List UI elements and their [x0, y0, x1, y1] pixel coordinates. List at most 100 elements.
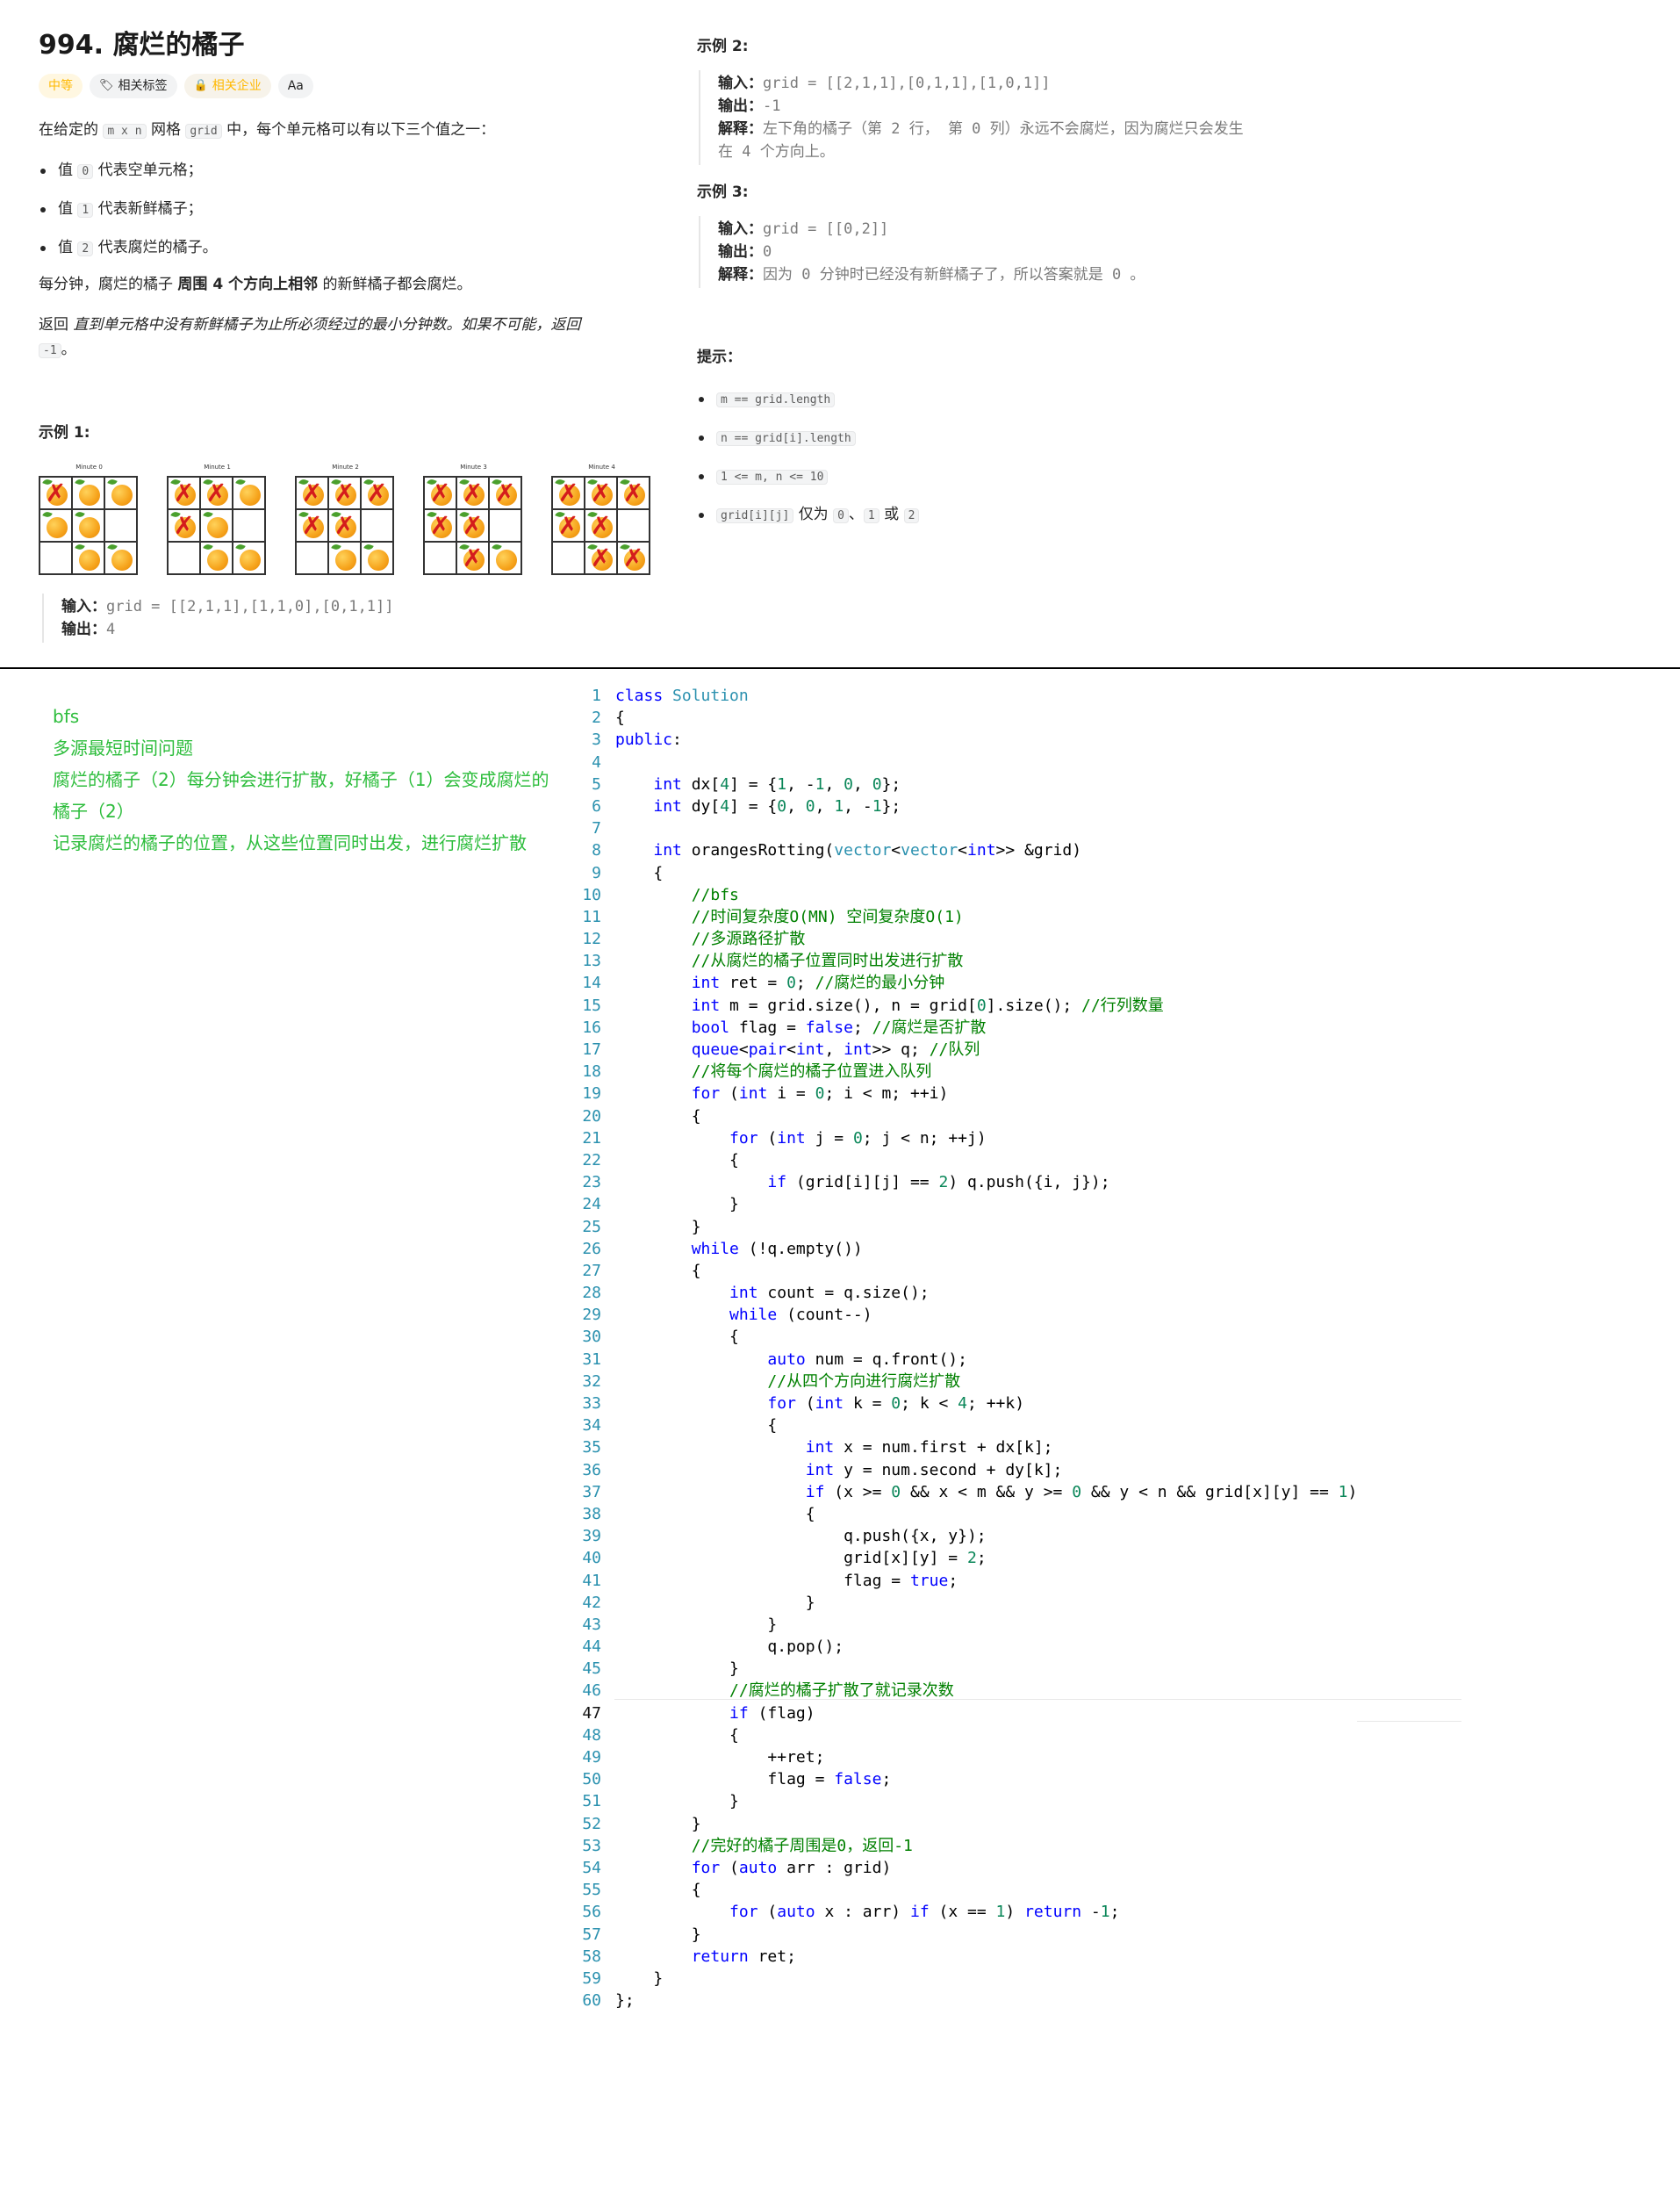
- minute-grid: Minute 4 ✗ ✗ ✗ ✗ ✗ ✗ ✗: [551, 464, 652, 575]
- related-companies-button[interactable]: 🔒 相关企业: [183, 74, 271, 98]
- grid-cell: ✗: [585, 477, 617, 509]
- code-text: }: [615, 1814, 701, 1833]
- note-line: 橘子（2）: [53, 801, 134, 822]
- code-text: //时间复杂度O(MN) 空间复杂度O(1): [691, 907, 964, 926]
- code-line[interactable]: 10 //bfs: [562, 884, 1357, 906]
- code-line[interactable]: 1 class Solution: [562, 685, 1357, 707]
- code-line[interactable]: 41 flag = true;: [562, 1570, 1357, 1592]
- code-line[interactable]: 56 for (auto x : arr) if (x == 1) return…: [562, 1901, 1357, 1923]
- code-line[interactable]: 43 }: [562, 1614, 1357, 1636]
- code-line[interactable]: 19 for (int i = 0; i < m; ++i): [562, 1083, 1357, 1105]
- code-line[interactable]: 29 while (count--): [562, 1304, 1357, 1326]
- code-line[interactable]: 25 }: [562, 1216, 1357, 1238]
- code-line[interactable]: 55 {: [562, 1879, 1357, 1901]
- code-line[interactable]: 28 int count = q.size();: [562, 1282, 1357, 1304]
- code-line[interactable]: 21 for (int j = 0; j < n; ++j): [562, 1127, 1357, 1149]
- code-line[interactable]: 20 {: [562, 1105, 1357, 1127]
- minute-label: Minute 3: [460, 464, 487, 471]
- font-toggle-button[interactable]: Aa: [277, 74, 313, 98]
- code-line[interactable]: 6 int dy[4] = {0, 0, 1, -1};: [562, 795, 1357, 817]
- code-line[interactable]: 14 int ret = 0; //腐烂的最小分钟: [562, 972, 1357, 994]
- related-tags-label: 相关标签: [118, 79, 168, 93]
- code-line[interactable]: 45 }: [562, 1658, 1357, 1680]
- code-line[interactable]: 35 int x = num.first + dx[k];: [562, 1436, 1357, 1458]
- code-line[interactable]: 44 q.pop();: [562, 1636, 1357, 1658]
- grid-board: ✗ ✗ ✗ ✗ ✗ ✗ ✗: [551, 476, 650, 575]
- minute-label: Minute 0: [75, 464, 103, 471]
- code-line[interactable]: 52 }: [562, 1813, 1357, 1835]
- orange-icon: [47, 517, 68, 538]
- code-line[interactable]: 5 int dx[4] = {1, -1, 0, 0};: [562, 774, 1357, 795]
- related-tags-button[interactable]: 🏷 相关标签: [90, 74, 177, 98]
- code-line[interactable]: 50 flag = false;: [562, 1768, 1357, 1790]
- code-line[interactable]: 37 if (x >= 0 && x < m && y >= 0 && y < …: [562, 1481, 1357, 1503]
- minute-grid: Minute 2 ✗ ✗ ✗ ✗ ✗: [295, 464, 396, 575]
- line-number: 19: [582, 1084, 601, 1104]
- code-line[interactable]: 27 {: [562, 1260, 1357, 1282]
- line-number: 17: [582, 1040, 601, 1059]
- code-line[interactable]: 24 }: [562, 1193, 1357, 1215]
- code-line[interactable]: 57 }: [562, 1924, 1357, 1946]
- code-text: {: [615, 1504, 815, 1523]
- grid-cell: [552, 542, 585, 574]
- code-line[interactable]: 42 }: [562, 1592, 1357, 1614]
- note-line: bfs: [53, 706, 80, 727]
- code-line[interactable]: 40 grid[x][y] = 2;: [562, 1547, 1357, 1569]
- code-text: public:: [615, 730, 682, 750]
- code-line[interactable]: 23 if (grid[i][j] == 2) q.push({i, j});: [562, 1171, 1357, 1193]
- code-line[interactable]: 8 int orangesRotting(vector<vector<int>>…: [562, 839, 1357, 861]
- grid-board: ✗ ✗ ✗: [167, 476, 266, 575]
- line-number: 56: [582, 1903, 601, 1922]
- code-line[interactable]: 2{: [562, 707, 1357, 729]
- code-line[interactable]: 47 if (flag): [562, 1702, 1358, 1724]
- code-line[interactable]: 17 queue<pair<int, int>> q; //队列: [562, 1039, 1357, 1061]
- code-line[interactable]: 15 int m = grid.size(), n = grid[0].size…: [562, 995, 1357, 1017]
- code-line[interactable]: 31 auto num = q.front();: [562, 1349, 1357, 1371]
- line-number: 40: [582, 1549, 601, 1568]
- grid-cell: ✗: [456, 509, 489, 542]
- code-line[interactable]: 18 //将每个腐烂的橘子位置进入队列: [562, 1061, 1357, 1083]
- example1-illustration: Minute 0 ✗ Minute 1 ✗ ✗ ✗ Minute 2 ✗ ✗ ✗ ✗ ✗ Minute …: [39, 464, 652, 575]
- code-line[interactable]: 60};: [562, 1990, 1357, 2011]
- code-line[interactable]: 39 q.push({x, y});: [562, 1525, 1357, 1547]
- grid-cell: ✗: [617, 477, 650, 509]
- code-line[interactable]: 4: [562, 752, 1357, 774]
- grid-cell: ✗: [489, 477, 521, 509]
- code-line[interactable]: 13 //从腐烂的橘子位置同时出发进行扩散: [562, 950, 1357, 972]
- code-line[interactable]: 48 {: [562, 1724, 1357, 1746]
- code-line[interactable]: 30 {: [562, 1326, 1357, 1348]
- difficulty-badge[interactable]: 中等: [39, 74, 83, 98]
- code-line[interactable]: 9 {: [562, 862, 1357, 884]
- code-line[interactable]: 22 {: [562, 1149, 1357, 1171]
- code-line[interactable]: 3 public:: [562, 729, 1357, 751]
- code-line[interactable]: 54 for (auto arr : grid): [562, 1857, 1357, 1879]
- code-line[interactable]: 11 //时间复杂度O(MN) 空间复杂度O(1): [562, 906, 1357, 928]
- code-line[interactable]: 46 //腐烂的橘子扩散了就记录次数: [562, 1680, 1357, 1702]
- code-line[interactable]: 36 int y = num.second + dy[k];: [562, 1459, 1357, 1481]
- code-line[interactable]: 26 while (!q.empty()): [562, 1238, 1357, 1260]
- code-line[interactable]: 53 //完好的橘子周围是0，返回-1: [562, 1835, 1357, 1857]
- tag-icon: 🏷: [99, 79, 114, 92]
- code-line[interactable]: 49 ++ret;: [562, 1746, 1357, 1768]
- code-line[interactable]: 51 }: [562, 1790, 1357, 1812]
- code-text: int dx[4] = {1, -1, 0, 0};: [653, 774, 901, 794]
- code-line[interactable]: 59 }: [562, 1968, 1357, 1990]
- code-line[interactable]: 33 for (int k = 0; k < 4; ++k): [562, 1393, 1357, 1414]
- value-list: 值 0 代表空单元格； 值 1 代表新鲜橘子； 值 2 代表腐烂的橘子。: [39, 158, 620, 274]
- code-line[interactable]: 32 //从四个方向进行腐烂扩散: [562, 1371, 1357, 1393]
- line-number: 42: [582, 1593, 601, 1612]
- code-text: {: [615, 863, 664, 882]
- code-line[interactable]: 7: [562, 817, 1357, 839]
- grid-cell: [361, 542, 393, 574]
- code-text: q.push({x, y});: [615, 1527, 987, 1546]
- solution-notes: bfs 多源最短时间问题 腐烂的橘子（2）每分钟会进行扩散，好橘子（1）会变成腐…: [53, 701, 579, 859]
- code-line[interactable]: 58 return ret;: [562, 1946, 1357, 1968]
- code-line[interactable]: 12 //多源路径扩散: [562, 928, 1357, 950]
- code-line[interactable]: 38 {: [562, 1503, 1357, 1525]
- code-editor[interactable]: 1 class Solution 2{3 public: 4 5 int dx[4] = …: [562, 685, 1358, 2011]
- hints-heading: 提示：: [697, 349, 742, 366]
- code-line[interactable]: 16 bool flag = false; //腐烂是否扩散: [562, 1017, 1357, 1039]
- code-line[interactable]: 34 {: [562, 1414, 1357, 1436]
- code-text: return ret;: [691, 1947, 796, 1966]
- code-text: if (flag): [729, 1703, 815, 1723]
